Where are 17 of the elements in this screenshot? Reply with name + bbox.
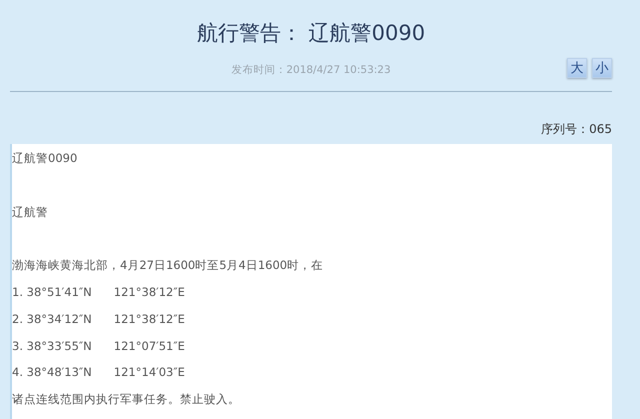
latitude-text: 1. 38°51′41″N [12, 284, 92, 301]
longitude-text: 121°38′12″E [114, 284, 185, 301]
publish-time: 发布时间：2018/4/27 10:53:23 [231, 63, 391, 77]
notice-line: 辽航警0090 [12, 150, 78, 167]
notice-line: 渤海海峡黄海北部，4月27日1600时至5月4日1600时，在 [12, 257, 324, 274]
longitude-text: 121°07′51″E [114, 338, 185, 355]
latitude-text: 3. 38°33′55″N [12, 338, 92, 355]
notice-line: 辽航警 [12, 204, 49, 221]
font-size-button[interactable]: 大 [567, 58, 587, 78]
notice-line: 诸点连线范围内执行军事任务。禁止驶入。 [12, 391, 241, 408]
longitude-text: 121°38′12″E [114, 310, 185, 328]
serial-number: 序列号：065 [540, 121, 613, 138]
font-size-button[interactable]: 小 [592, 58, 612, 78]
page-title: 航行警告： 辽航警0090 [196, 20, 426, 47]
latitude-text: 4. 38°48′13″N [12, 364, 92, 382]
latitude-text: 2. 38°34′12″N [12, 310, 92, 328]
longitude-text: 121°14′03″E [114, 364, 185, 382]
